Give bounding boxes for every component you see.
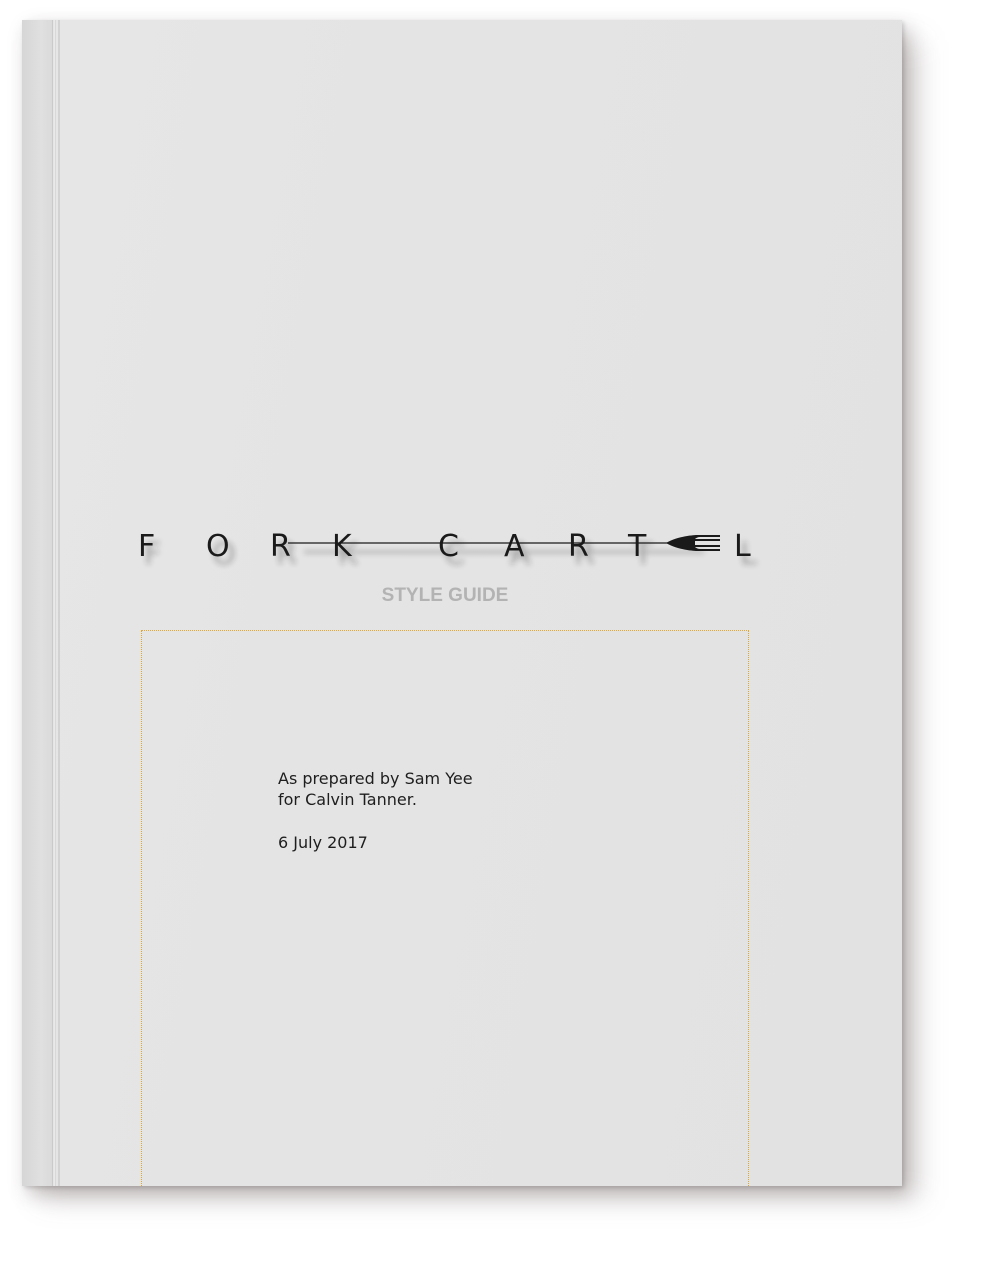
logo-letter-a: A [504, 529, 525, 564]
preparation-info: As prepared by Sam Yee for Calvin Tanner… [278, 768, 473, 853]
document-date: 6 July 2017 [278, 833, 368, 852]
spine-groove [52, 20, 56, 1186]
brand-logo: F O R K C A R T L F O R K C A R T L [138, 526, 778, 570]
prepared-by: As prepared by Sam Yee [278, 769, 473, 788]
logo-letter-r: R [270, 529, 291, 564]
logo-letter-k: K [332, 529, 353, 564]
prepared-for: for Calvin Tanner. [278, 790, 417, 809]
fork-icon [666, 535, 720, 551]
brand-logo-graphic: F O R K C A R T L F O R K C A R T L [138, 529, 757, 570]
spine-groove-inner [58, 20, 60, 1186]
logo-letter-l: L [734, 529, 751, 564]
page: F O R K C A R T L F O R K C A R T L STYL… [0, 0, 1000, 1276]
logo-letter-c: C [438, 529, 459, 564]
logo-letter-r2: R [568, 529, 589, 564]
book-spine [22, 20, 54, 1186]
logo-letter-f: F [138, 529, 155, 564]
document-subtitle: STYLE GUIDE [381, 585, 509, 606]
content-frame [141, 630, 749, 1186]
logo-letter-t: T [627, 529, 647, 564]
logo-letter-o: O [206, 529, 230, 564]
